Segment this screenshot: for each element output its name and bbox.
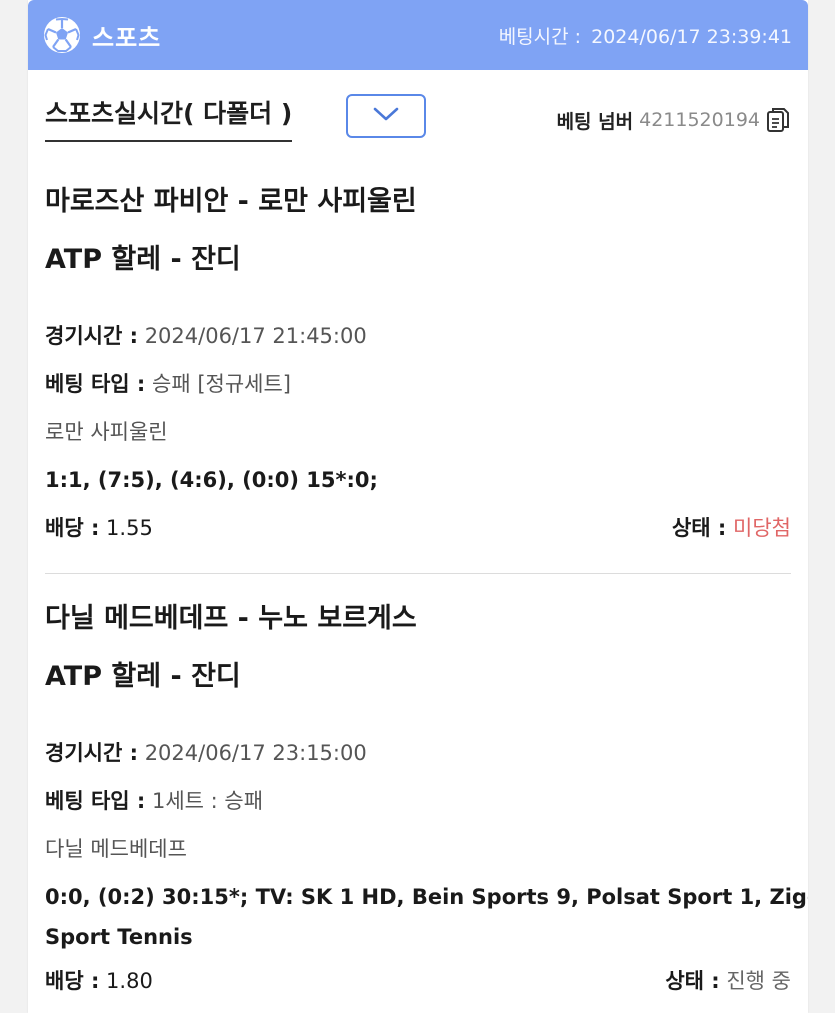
match-league: ATP 할레 - 잔디 xyxy=(45,661,241,692)
soccer-ball-icon xyxy=(42,15,82,55)
bet-type-label: 베팅 타입 : xyxy=(45,789,146,813)
match-time-label: 경기시간 : xyxy=(45,324,138,348)
bet-number: 베팅 넘버 4211520194 xyxy=(557,106,790,134)
match-score: 0:0, (0:2) 30:15*; TV: SK 1 HD, Bein Spo… xyxy=(45,873,808,957)
selector-row: 스포츠실시간( 다폴더 ) 베팅 넘버 4211520194 xyxy=(28,70,808,160)
bet-type-row: 베팅 타입 : 승패 [정규세트] xyxy=(45,360,791,408)
bet-type-row: 베팅 타입 : 1세트 : 승패 xyxy=(45,777,791,825)
bet-time: 베팅시간 : 2024/06/17 23:39:41 xyxy=(499,22,792,49)
bet-type-value: 승패 [정규세트] xyxy=(152,372,291,396)
match-time-label: 경기시간 : xyxy=(45,741,138,765)
divider xyxy=(45,573,791,574)
bet-time-value: 2024/06/17 23:39:41 xyxy=(591,25,792,48)
match-time-row: 경기시간 : 2024/06/17 21:45:00 xyxy=(45,312,791,360)
bet-slip-card: 스포츠 베팅시간 : 2024/06/17 23:39:41 스포츠실시간( 다… xyxy=(28,0,808,1013)
odds-label: 배당 : xyxy=(45,969,100,993)
bet-number-label: 베팅 넘버 xyxy=(556,110,634,133)
bet-pick: 다닐 메드베데프 xyxy=(45,837,187,861)
category-select-label[interactable]: 스포츠실시간( 다폴더 ) xyxy=(45,94,293,142)
bet-type-label: 베팅 타입 : xyxy=(45,372,146,396)
status-value: 미당첨 xyxy=(733,516,791,540)
status-value: 진행 중 xyxy=(726,969,791,993)
status: 상태 : 진행 중 xyxy=(665,957,791,1005)
match-time-value: 2024/06/17 21:45:00 xyxy=(144,324,367,348)
bet-type-value: 1세트 : 승패 xyxy=(152,789,264,813)
chevron-down-icon xyxy=(371,105,401,127)
odds: 배당 : 1.80 xyxy=(45,957,153,1005)
header-left: 스포츠 xyxy=(42,15,161,55)
bet-time-label: 베팅시간 : xyxy=(498,25,582,48)
match-league: ATP 할레 - 잔디 xyxy=(45,244,241,275)
status-label: 상태 : xyxy=(665,969,720,993)
match-time-row: 경기시간 : 2024/06/17 23:15:00 xyxy=(45,729,791,777)
status-label: 상태 : xyxy=(671,516,727,540)
match-score-line: Sport Tennis xyxy=(45,925,193,949)
bet-item: 다닐 메드베데프 - 누노 보르게스 ATP 할레 - 잔디 경기시간 : 20… xyxy=(45,599,808,1005)
odds-label: 배당 : xyxy=(45,516,100,540)
status: 상태 : 미당첨 xyxy=(672,504,791,552)
sport-title: 스포츠 xyxy=(92,23,162,52)
category-dropdown-button[interactable] xyxy=(346,94,426,138)
match-time-value: 2024/06/17 23:15:00 xyxy=(144,741,367,765)
odds-value: 1.55 xyxy=(106,516,153,540)
copy-icon[interactable] xyxy=(766,106,790,134)
sport-header: 스포츠 베팅시간 : 2024/06/17 23:39:41 xyxy=(28,0,808,70)
odds: 배당 : 1.55 xyxy=(45,504,153,552)
match-score-line: 0:0, (0:2) 30:15*; TV: SK 1 HD, Bein Spo… xyxy=(45,885,808,909)
odds-status-row: 배당 : 1.55 상태 : 미당첨 xyxy=(45,504,791,552)
match-title: 마로즈산 파비안 - 로만 사피울린 xyxy=(45,186,417,217)
odds-status-row: 배당 : 1.80 상태 : 진행 중 xyxy=(45,957,791,1005)
match-title: 다닐 메드베데프 - 누노 보르게스 xyxy=(45,603,417,634)
bet-number-value: 4211520194 xyxy=(639,109,760,131)
bet-pick: 로만 사피울린 xyxy=(45,420,168,444)
match-score: 1:1, (7:5), (4:6), (0:0) 15*:0; xyxy=(45,468,378,492)
odds-value: 1.80 xyxy=(106,969,153,993)
bet-item: 마로즈산 파비안 - 로만 사피울린 ATP 할레 - 잔디 경기시간 : 20… xyxy=(45,182,791,552)
